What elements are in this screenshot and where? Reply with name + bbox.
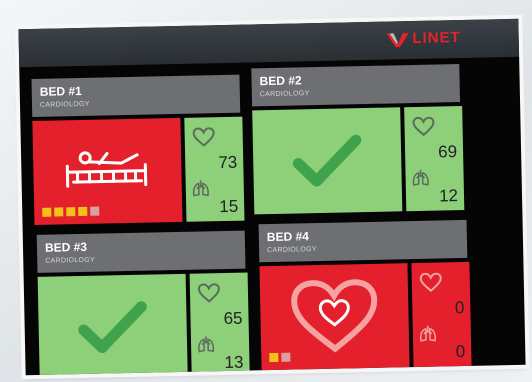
heart-icon [197,283,220,303]
indicator-square [78,206,88,217]
bed-department: CARDIOLOGY [45,256,96,265]
bed-department: CARDIOLOGY [259,90,310,99]
heart-rate-value: 69 [437,142,458,162]
indicator-square [42,207,52,217]
bed-status-panel [259,263,410,371]
respiration-rate-value: 13 [224,352,244,373]
respiration-rate-value: 0 [455,341,466,362]
bed-tile-2[interactable]: BED #2 CARDIOLOGY 69 12 [251,64,465,218]
brand-name: LINET [412,29,461,48]
linet-logo-icon [386,32,409,47]
monitor-screen: LINET BED #1 CARDIOLOGY 73 15 BED #2 CAR… [18,18,526,376]
indicator-squares [42,206,100,217]
bed-header: BED #1 CARDIOLOGY [31,74,241,118]
vitals-panel: 69 12 [404,105,465,212]
bed-department: CARDIOLOGY [267,246,317,255]
bed-tile-3[interactable]: BED #3 CARDIOLOGY 65 13 [36,230,250,376]
heart-rate-value: 73 [218,152,238,173]
lungs-icon [412,169,429,186]
bed-title: BED #2 [259,73,302,89]
heart-rate-value: 65 [223,308,243,329]
brand-logo: LINET [386,29,461,48]
vitals-panel: 0 0 [411,261,472,368]
lungs-icon [192,180,209,197]
checkmark-icon [292,134,362,187]
bed-exit-icon [65,151,148,188]
bed-status-panel [32,117,183,225]
bed-title: BED #4 [266,229,310,245]
vitals-panel: 65 13 [189,272,250,376]
checkmark-icon [78,301,147,354]
heart-icon [192,127,215,147]
bed-title: BED #1 [39,83,82,99]
lungs-icon [198,336,215,353]
respiration-rate-value: 15 [219,196,239,217]
indicator-square [269,352,279,363]
bed-title: BED #3 [44,239,88,255]
bed-status-panel [37,273,188,376]
respiration-rate-value: 12 [438,186,459,206]
indicator-square [66,207,76,217]
indicator-square [281,352,291,362]
indicator-square [90,206,100,216]
bed-department: CARDIOLOGY [39,100,90,109]
bed-header: BED #3 CARDIOLOGY [36,230,246,273]
bed-status-panel [252,107,403,215]
indicator-squares [269,352,291,363]
bed-header: BED #2 CARDIOLOGY [251,64,461,107]
bed-tile-1[interactable]: BED #1 CARDIOLOGY 73 15 [31,74,245,229]
bed-tile-4[interactable]: BED #4 CARDIOLOGY 0 0 [258,219,472,374]
vitals-panel: 73 15 [184,116,245,222]
heart-alarm-icon [291,279,378,353]
heart-icon [419,272,442,293]
indicator-square [54,207,64,217]
heart-rate-value: 0 [454,297,465,318]
lungs-icon [420,325,436,342]
heart-icon [412,116,435,137]
bed-header: BED #4 CARDIOLOGY [258,219,468,263]
